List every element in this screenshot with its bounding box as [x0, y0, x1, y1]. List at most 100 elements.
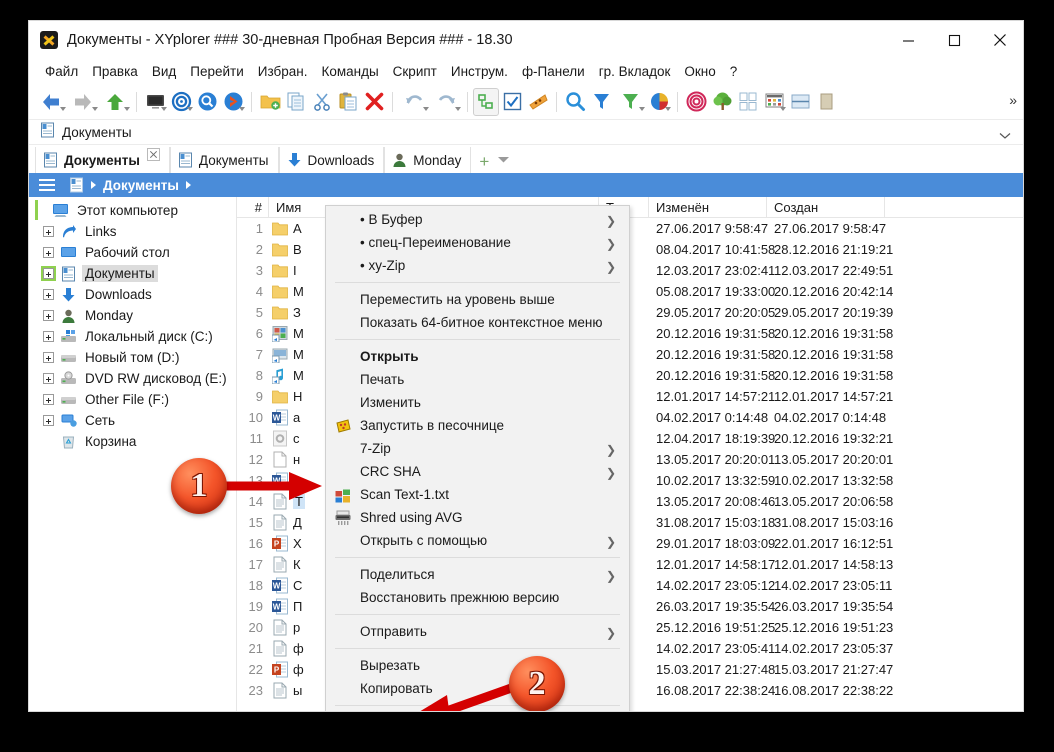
context-menu-item[interactable]: Показать 64-битное контекстное меню	[326, 311, 629, 334]
menu-panels[interactable]: ф-Панели	[515, 62, 592, 81]
cut-icon[interactable]	[309, 88, 335, 116]
menu-tools[interactable]: Инструм.	[444, 62, 515, 81]
expand-icon[interactable]	[43, 373, 54, 384]
menu-window[interactable]: Окно	[677, 62, 722, 81]
redo-icon[interactable]	[430, 88, 462, 116]
column-header-number[interactable]: #	[237, 197, 269, 218]
search-globe-icon[interactable]	[194, 88, 220, 116]
context-menu-item[interactable]: Поделиться ❯	[326, 563, 629, 586]
context-menu-item[interactable]: Scan Text-1.txt	[326, 483, 629, 506]
tab-documents-active[interactable]: Документы	[35, 147, 170, 173]
context-menu-item-label: Shred using AVG	[360, 510, 463, 525]
thumbnails-icon[interactable]	[735, 88, 761, 116]
context-menu-item[interactable]: Изменить	[326, 391, 629, 414]
tree-item-downloads[interactable]: Downloads	[29, 284, 236, 305]
menu-file[interactable]: Файл	[38, 62, 85, 81]
find-icon[interactable]	[562, 88, 588, 116]
up-icon[interactable]	[99, 88, 131, 116]
context-menu-item[interactable]: Shred using AVG	[326, 506, 629, 529]
spiral-icon[interactable]	[683, 88, 709, 116]
tab-list-dropdown-icon[interactable]	[497, 151, 510, 169]
pie-chart-icon[interactable]	[646, 88, 672, 116]
tab-monday[interactable]: Monday	[384, 147, 472, 173]
breadcrumb-path[interactable]: Документы	[103, 178, 179, 193]
expand-icon[interactable]	[43, 289, 54, 300]
context-menu-item[interactable]: Отправить ❯	[326, 620, 629, 643]
split-view-icon[interactable]	[787, 88, 813, 116]
context-menu-item[interactable]: CRC SHA ❯	[326, 460, 629, 483]
context-menu-item[interactable]: Печать	[326, 368, 629, 391]
context-menu-item[interactable]: Восстановить прежнюю версию	[326, 586, 629, 609]
tree-item-computer[interactable]: Этот компьютер	[29, 200, 236, 221]
tree-item-network[interactable]: Сеть	[29, 410, 236, 431]
breadcrumb-arrow-icon[interactable]	[185, 181, 191, 189]
expand-icon[interactable]	[43, 226, 54, 237]
close-button[interactable]	[977, 21, 1023, 59]
address-bar[interactable]: Документы	[29, 119, 1023, 145]
tree-toggle-icon[interactable]	[473, 87, 499, 116]
context-menu-item[interactable]: Запустить в песочнице	[326, 414, 629, 437]
hamburger-menu-icon[interactable]	[39, 179, 55, 191]
column-header-modified[interactable]: Изменён	[649, 197, 767, 218]
minimize-button[interactable]	[885, 21, 931, 59]
toolbar-overflow-button[interactable]: »	[1009, 92, 1017, 108]
new-tab-button[interactable]: +	[479, 151, 489, 173]
context-menu-item[interactable]: • xy-Zip ❯	[326, 254, 629, 277]
filter-blue-icon[interactable]	[588, 88, 614, 116]
new-folder-icon[interactable]	[257, 88, 283, 116]
context-menu-item[interactable]: Открыть с помощью ❯	[326, 529, 629, 552]
expand-icon[interactable]	[43, 415, 54, 426]
context-menu-item[interactable]: Открыть	[326, 345, 629, 368]
back-icon[interactable]	[35, 88, 67, 116]
context-menu-item[interactable]: • спец-Переименование ❯	[326, 231, 629, 254]
close-icon[interactable]	[146, 148, 160, 161]
checkbox-select-icon[interactable]	[499, 88, 525, 116]
paste-icon[interactable]	[335, 88, 361, 116]
forward-icon[interactable]	[67, 88, 99, 116]
expand-icon[interactable]	[43, 331, 54, 342]
maximize-button[interactable]	[931, 21, 977, 59]
tab-downloads[interactable]: Downloads	[278, 147, 385, 173]
column-header-created[interactable]: Создан	[767, 197, 885, 218]
tree-item-desktop[interactable]: Рабочий стол	[29, 242, 236, 263]
tree-item-new-volume-d[interactable]: Новый том (D:)	[29, 347, 236, 368]
menu-commands[interactable]: Команды	[314, 62, 385, 81]
chevron-down-icon[interactable]	[999, 127, 1011, 145]
context-menu-item[interactable]: • В Буфер ❯	[326, 208, 629, 231]
delete-icon[interactable]	[361, 88, 387, 116]
menu-help[interactable]: ?	[723, 62, 745, 81]
menu-edit[interactable]: Правка	[85, 62, 145, 81]
filter-green-icon[interactable]	[614, 88, 646, 116]
expand-icon[interactable]	[43, 310, 54, 321]
tree-item-local-disk-c[interactable]: Локальный диск (C:)	[29, 326, 236, 347]
menu-view[interactable]: Вид	[145, 62, 183, 81]
tree-item-dvd-drive-e[interactable]: DVD RW дисковод (E:)	[29, 368, 236, 389]
grid-icon[interactable]	[761, 88, 787, 116]
expand-icon[interactable]	[43, 247, 54, 258]
text-file-icon	[269, 619, 291, 636]
undo-icon[interactable]	[398, 88, 430, 116]
expand-icon[interactable]	[43, 352, 54, 363]
tree-item-other-file-f[interactable]: Other File (F:)	[29, 389, 236, 410]
preview-pane-icon[interactable]	[813, 88, 839, 116]
tree-item-recycle-bin[interactable]: Корзина	[29, 431, 236, 452]
tree-item-documents[interactable]: Документы	[29, 263, 236, 284]
menu-goto[interactable]: Перейти	[183, 62, 251, 81]
expand-icon[interactable]	[43, 394, 54, 405]
context-menu-item[interactable]: 7-Zip ❯	[326, 437, 629, 460]
menu-favorites[interactable]: Избран.	[251, 62, 315, 81]
expand-icon[interactable]	[41, 266, 56, 281]
menu-script[interactable]: Скрипт	[386, 62, 444, 81]
target-icon[interactable]	[168, 88, 194, 116]
highlight-icon[interactable]	[525, 88, 551, 116]
desktop-icon[interactable]	[142, 88, 168, 116]
breadcrumb[interactable]: Документы	[29, 173, 1023, 197]
tree-branch-icon[interactable]	[709, 88, 735, 116]
tab-documents-2[interactable]: Документы	[169, 147, 279, 173]
tree-item-monday[interactable]: Monday	[29, 305, 236, 326]
context-menu-item[interactable]: Переместить на уровень выше	[326, 288, 629, 311]
tree-item-links[interactable]: Links	[29, 221, 236, 242]
go-icon[interactable]	[220, 88, 246, 116]
copy-icon[interactable]	[283, 88, 309, 116]
menu-tabgroups[interactable]: гр. Вкладок	[592, 62, 678, 81]
